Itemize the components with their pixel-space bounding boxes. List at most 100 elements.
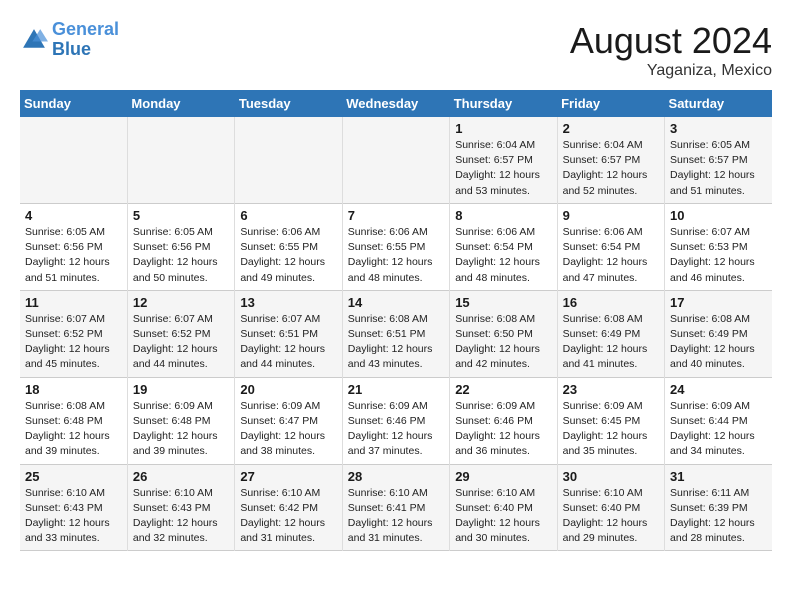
- day-number: 4: [25, 208, 122, 223]
- weekday-header-monday: Monday: [127, 90, 234, 117]
- calendar-cell: 16 Sunrise: 6:08 AM Sunset: 6:49 PM Dayli…: [557, 290, 664, 377]
- calendar-cell: 17 Sunrise: 6:08 AM Sunset: 6:49 PM Dayli…: [665, 290, 772, 377]
- weekday-header-saturday: Saturday: [665, 90, 772, 117]
- weekday-header-sunday: Sunday: [20, 90, 127, 117]
- calendar-cell: 26Sunrise: 6:10 AM Sunset: 6:43 PM Dayli…: [127, 464, 234, 551]
- day-info: Sunrise: 6:05 AM Sunset: 6:56 PM Dayligh…: [133, 225, 229, 286]
- calendar-cell: 14Sunrise: 6:08 AM Sunset: 6:51 PM Dayli…: [342, 290, 449, 377]
- day-info: Sunrise: 6:07 AM Sunset: 6:52 PM Dayligh…: [25, 312, 122, 373]
- day-number: 9: [563, 208, 659, 223]
- day-number: 3: [670, 121, 767, 136]
- day-number: 19: [133, 382, 229, 397]
- calendar-cell: [342, 117, 449, 203]
- day-info: Sunrise: 6:06 AM Sunset: 6:55 PM Dayligh…: [240, 225, 336, 286]
- day-info: Sunrise: 6:09 AM Sunset: 6:47 PM Dayligh…: [240, 399, 336, 460]
- calendar-cell: 4 Sunrise: 6:05 AM Sunset: 6:56 PM Daylig…: [20, 203, 127, 290]
- calendar-cell: 23 Sunrise: 6:09 AM Sunset: 6:45 PM Dayli…: [557, 377, 664, 464]
- calendar-table: SundayMondayTuesdayWednesdayThursdayFrid…: [20, 90, 772, 551]
- day-number: 25: [25, 469, 122, 484]
- weekday-header-tuesday: Tuesday: [235, 90, 342, 117]
- logo-text: General Blue: [52, 20, 119, 60]
- day-number: 30: [563, 469, 659, 484]
- day-number: 1: [455, 121, 551, 136]
- day-number: 16: [563, 295, 659, 310]
- weekday-header-row: SundayMondayTuesdayWednesdayThursdayFrid…: [20, 90, 772, 117]
- page-header: General Blue August 2024 Yaganiza, Mexic…: [20, 20, 772, 80]
- calendar-cell: 5 Sunrise: 6:05 AM Sunset: 6:56 PM Daylig…: [127, 203, 234, 290]
- day-number: 20: [240, 382, 336, 397]
- day-info: Sunrise: 6:06 AM Sunset: 6:55 PM Dayligh…: [348, 225, 444, 286]
- day-number: 27: [240, 469, 336, 484]
- month-title: August 2024: [570, 20, 772, 62]
- calendar-cell: 11 Sunrise: 6:07 AM Sunset: 6:52 PM Dayli…: [20, 290, 127, 377]
- day-number: 24: [670, 382, 767, 397]
- day-info: Sunrise: 6:11 AM Sunset: 6:39 PM Dayligh…: [670, 486, 767, 547]
- logo-icon: [20, 26, 48, 54]
- day-info: Sunrise: 6:07 AM Sunset: 6:52 PM Dayligh…: [133, 312, 229, 373]
- day-number: 13: [240, 295, 336, 310]
- day-info: Sunrise: 6:10 AM Sunset: 6:40 PM Dayligh…: [455, 486, 551, 547]
- calendar-cell: 18Sunrise: 6:08 AM Sunset: 6:48 PM Dayli…: [20, 377, 127, 464]
- calendar-week-row: 25 Sunrise: 6:10 AM Sunset: 6:43 PM Dayli…: [20, 464, 772, 551]
- day-info: Sunrise: 6:08 AM Sunset: 6:50 PM Dayligh…: [455, 312, 551, 373]
- day-info: Sunrise: 6:10 AM Sunset: 6:41 PM Dayligh…: [348, 486, 444, 547]
- day-number: 17: [670, 295, 767, 310]
- day-info: Sunrise: 6:05 AM Sunset: 6:56 PM Dayligh…: [25, 225, 122, 286]
- day-number: 23: [563, 382, 659, 397]
- calendar-cell: 13Sunrise: 6:07 AM Sunset: 6:51 PM Dayli…: [235, 290, 342, 377]
- calendar-cell: 15 Sunrise: 6:08 AM Sunset: 6:50 PM Dayli…: [450, 290, 557, 377]
- day-number: 15: [455, 295, 551, 310]
- weekday-header-friday: Friday: [557, 90, 664, 117]
- day-info: Sunrise: 6:09 AM Sunset: 6:45 PM Dayligh…: [563, 399, 659, 460]
- calendar-cell: 7 Sunrise: 6:06 AM Sunset: 6:55 PM Daylig…: [342, 203, 449, 290]
- day-info: Sunrise: 6:09 AM Sunset: 6:46 PM Dayligh…: [455, 399, 551, 460]
- calendar-cell: 28Sunrise: 6:10 AM Sunset: 6:41 PM Dayli…: [342, 464, 449, 551]
- day-number: 10: [670, 208, 767, 223]
- day-info: Sunrise: 6:06 AM Sunset: 6:54 PM Dayligh…: [455, 225, 551, 286]
- day-info: Sunrise: 6:06 AM Sunset: 6:54 PM Dayligh…: [563, 225, 659, 286]
- day-number: 21: [348, 382, 444, 397]
- day-number: 7: [348, 208, 444, 223]
- day-info: Sunrise: 6:08 AM Sunset: 6:49 PM Dayligh…: [563, 312, 659, 373]
- day-number: 22: [455, 382, 551, 397]
- day-info: Sunrise: 6:04 AM Sunset: 6:57 PM Dayligh…: [455, 138, 551, 199]
- day-info: Sunrise: 6:08 AM Sunset: 6:49 PM Dayligh…: [670, 312, 767, 373]
- calendar-cell: [127, 117, 234, 203]
- calendar-cell: 6 Sunrise: 6:06 AM Sunset: 6:55 PM Daylig…: [235, 203, 342, 290]
- calendar-week-row: 11 Sunrise: 6:07 AM Sunset: 6:52 PM Dayli…: [20, 290, 772, 377]
- day-number: 11: [25, 295, 122, 310]
- day-info: Sunrise: 6:09 AM Sunset: 6:44 PM Dayligh…: [670, 399, 767, 460]
- calendar-cell: 10 Sunrise: 6:07 AM Sunset: 6:53 PM Dayli…: [665, 203, 772, 290]
- day-info: Sunrise: 6:04 AM Sunset: 6:57 PM Dayligh…: [563, 138, 659, 199]
- calendar-cell: 29 Sunrise: 6:10 AM Sunset: 6:40 PM Dayli…: [450, 464, 557, 551]
- calendar-cell: 27 Sunrise: 6:10 AM Sunset: 6:42 PM Dayli…: [235, 464, 342, 551]
- weekday-header-thursday: Thursday: [450, 90, 557, 117]
- calendar-cell: 21 Sunrise: 6:09 AM Sunset: 6:46 PM Dayli…: [342, 377, 449, 464]
- day-number: 5: [133, 208, 229, 223]
- day-info: Sunrise: 6:10 AM Sunset: 6:43 PM Dayligh…: [133, 486, 229, 547]
- day-number: 6: [240, 208, 336, 223]
- calendar-cell: 3Sunrise: 6:05 AM Sunset: 6:57 PM Daylig…: [665, 117, 772, 203]
- calendar-cell: 19Sunrise: 6:09 AM Sunset: 6:48 PM Dayli…: [127, 377, 234, 464]
- day-info: Sunrise: 6:08 AM Sunset: 6:48 PM Dayligh…: [25, 399, 122, 460]
- calendar-cell: [20, 117, 127, 203]
- title-block: August 2024 Yaganiza, Mexico: [570, 20, 772, 80]
- calendar-cell: [235, 117, 342, 203]
- calendar-week-row: 1 Sunrise: 6:04 AM Sunset: 6:57 PM Daylig…: [20, 117, 772, 203]
- day-info: Sunrise: 6:07 AM Sunset: 6:53 PM Dayligh…: [670, 225, 767, 286]
- calendar-cell: 2 Sunrise: 6:04 AM Sunset: 6:57 PM Daylig…: [557, 117, 664, 203]
- calendar-cell: 22 Sunrise: 6:09 AM Sunset: 6:46 PM Dayli…: [450, 377, 557, 464]
- day-number: 29: [455, 469, 551, 484]
- calendar-cell: 31Sunrise: 6:11 AM Sunset: 6:39 PM Dayli…: [665, 464, 772, 551]
- calendar-cell: 12Sunrise: 6:07 AM Sunset: 6:52 PM Dayli…: [127, 290, 234, 377]
- day-info: Sunrise: 6:09 AM Sunset: 6:46 PM Dayligh…: [348, 399, 444, 460]
- calendar-cell: 24 Sunrise: 6:09 AM Sunset: 6:44 PM Dayli…: [665, 377, 772, 464]
- calendar-week-row: 18Sunrise: 6:08 AM Sunset: 6:48 PM Dayli…: [20, 377, 772, 464]
- day-info: Sunrise: 6:10 AM Sunset: 6:42 PM Dayligh…: [240, 486, 336, 547]
- calendar-cell: 9 Sunrise: 6:06 AM Sunset: 6:54 PM Daylig…: [557, 203, 664, 290]
- day-info: Sunrise: 6:10 AM Sunset: 6:43 PM Dayligh…: [25, 486, 122, 547]
- day-number: 14: [348, 295, 444, 310]
- day-number: 2: [563, 121, 659, 136]
- location: Yaganiza, Mexico: [570, 62, 772, 80]
- calendar-cell: 1 Sunrise: 6:04 AM Sunset: 6:57 PM Daylig…: [450, 117, 557, 203]
